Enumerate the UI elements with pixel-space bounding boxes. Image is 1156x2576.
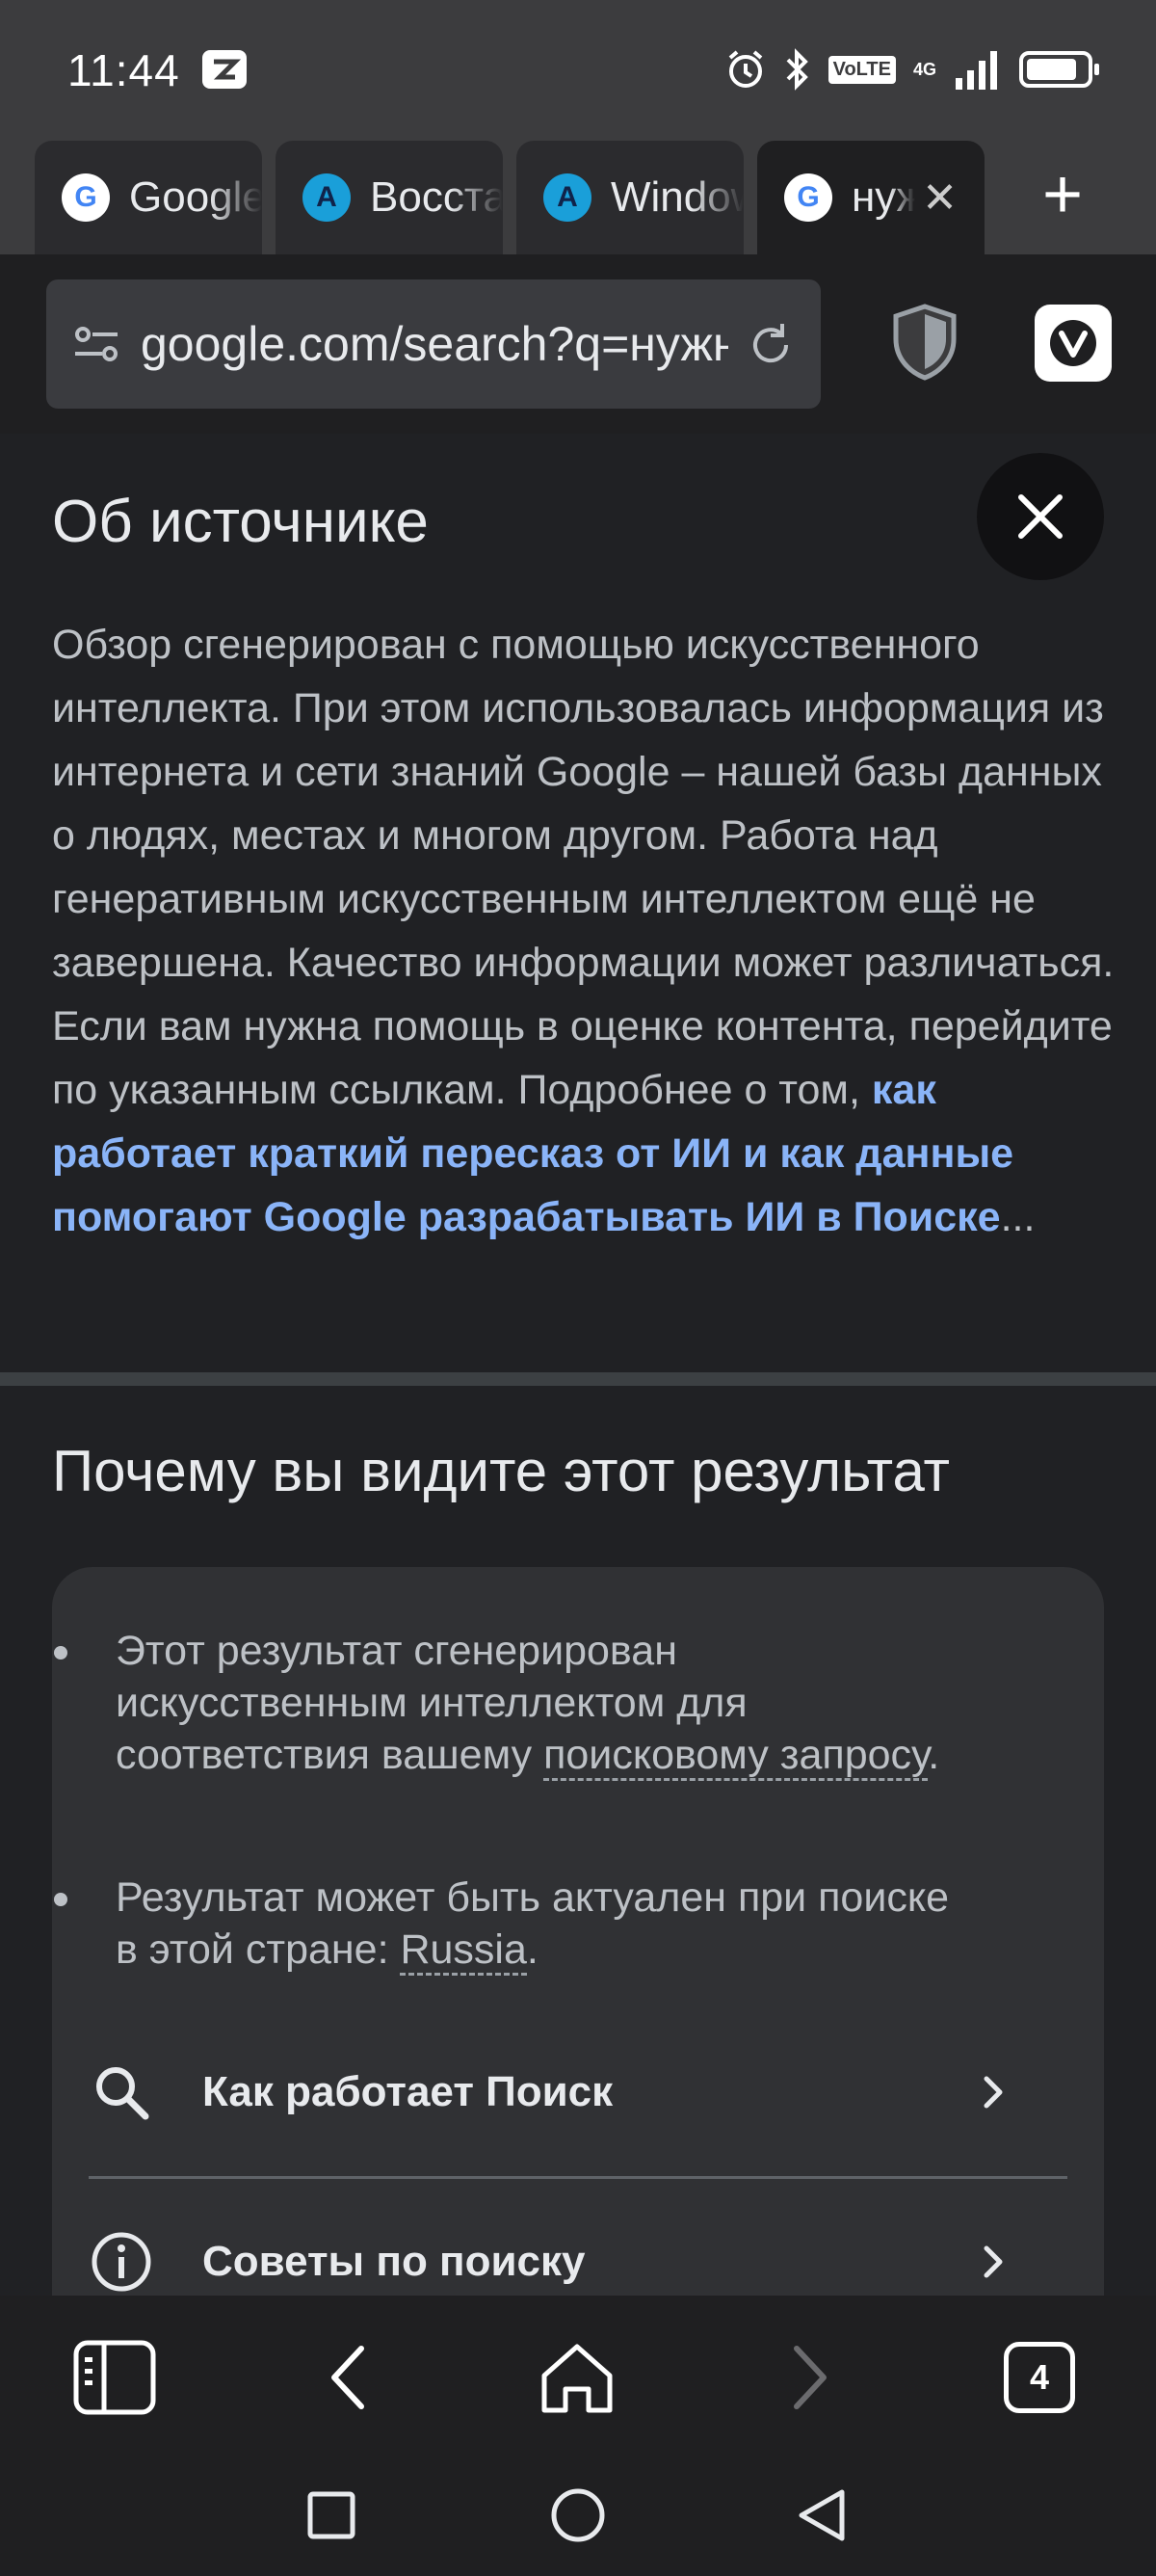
tab-title: Google (129, 173, 262, 221)
tab-windows[interactable]: A Windows (516, 141, 744, 254)
search-query-term[interactable]: поисковому запросу (543, 1732, 929, 1781)
tab-title: Восстановление (370, 173, 503, 221)
reason-bullet-country: Результат может быть актуален при поиске… (54, 1872, 963, 1976)
circle-icon (551, 2488, 605, 2542)
google-favicon-icon: G (62, 173, 110, 222)
triangle-back-icon (799, 2489, 845, 2541)
reason-bullet-query: Этот результат сгенерирован искусственны… (54, 1625, 963, 1781)
tab-switcher-button[interactable]: 4 (996, 2334, 1083, 2421)
tab-strip: G Google A Восстановление A Windows G ну… (0, 137, 1156, 254)
forward-arrow-icon (794, 2346, 827, 2409)
google-favicon-icon: G (784, 173, 832, 222)
info-icon (89, 2229, 154, 2295)
vivaldi-menu-icon[interactable] (1035, 305, 1112, 382)
address-toolbar: google.com/search?q=нужно (0, 254, 1156, 434)
status-bar: 11:44 VoLTE 4G (0, 0, 1156, 137)
panel-toggle-button[interactable] (71, 2334, 158, 2421)
tracker-shield-icon[interactable] (890, 303, 959, 382)
why-title: Почему вы видите этот результат (52, 1439, 950, 1503)
chevron-right-icon (984, 2076, 1003, 2109)
site-settings-icon[interactable] (69, 317, 123, 371)
site-favicon-icon: A (302, 173, 351, 222)
status-time: 11:44 (67, 45, 180, 95)
chevron-right-icon (984, 2245, 1003, 2278)
search-tips-row[interactable]: Советы по поиску (89, 2190, 1067, 2296)
system-home-button[interactable] (539, 2477, 617, 2554)
close-tab-icon[interactable]: ✕ (922, 173, 958, 223)
forward-button[interactable] (767, 2334, 854, 2421)
close-icon (1018, 494, 1063, 539)
system-nav-bar (0, 2459, 1156, 2576)
site-favicon-icon: A (543, 173, 591, 222)
how-search-works-row[interactable]: Как работает Поиск (89, 2020, 1067, 2164)
bottom-toolbar: 4 (0, 2296, 1156, 2459)
ellipsis: ... (1000, 1194, 1036, 1240)
signal-icon (956, 51, 997, 90)
network-type: 4G (912, 59, 936, 79)
back-arrow-icon (331, 2346, 364, 2409)
about-description: Обзор сгенерирован с помощью искусственн… (52, 613, 1121, 1249)
about-title: Об источнике (52, 489, 429, 555)
tab-count: 4 (1004, 2342, 1075, 2413)
new-tab-button[interactable]: + (1042, 160, 1083, 229)
battery-icon (1019, 51, 1099, 88)
search-tips-label: Советы по поиску (202, 2238, 586, 2285)
recents-button[interactable] (293, 2477, 370, 2554)
back-button[interactable] (304, 2334, 391, 2421)
address-bar[interactable]: google.com/search?q=нужно (46, 279, 821, 409)
about-source-panel: Об источнике Обзор сгенерирован с помощь… (0, 434, 1156, 2296)
close-panel-button[interactable] (977, 453, 1104, 580)
side-panel-icon (73, 2340, 156, 2415)
tab-google[interactable]: G Google (35, 141, 262, 254)
tab-title: нужно (852, 173, 915, 221)
country-term[interactable]: Russia (400, 1926, 527, 1976)
tab-active-search[interactable]: G нужно ✕ (757, 141, 985, 254)
about-body-text: Обзор сгенерирован с помощью искусственн… (52, 622, 1115, 1113)
how-search-works-label: Как работает Поиск (202, 2068, 614, 2115)
notification-icon (202, 50, 247, 89)
row-separator (89, 2176, 1067, 2179)
alarm-icon (728, 50, 762, 88)
tab-restore[interactable]: A Восстановление (276, 141, 503, 254)
square-icon (307, 2491, 355, 2539)
status-icons: VoLTE 4G (724, 48, 1099, 91)
system-back-button[interactable] (782, 2477, 859, 2554)
url-text: google.com/search?q=нужно (141, 317, 728, 371)
section-divider (0, 1372, 1156, 1386)
tab-title: Windows (611, 173, 744, 221)
search-icon (89, 2059, 154, 2125)
volte-badge: VoLTE (828, 55, 896, 84)
reload-icon[interactable] (744, 318, 798, 372)
bluetooth-icon (786, 48, 808, 91)
home-icon (541, 2344, 613, 2413)
home-button[interactable] (534, 2334, 620, 2421)
